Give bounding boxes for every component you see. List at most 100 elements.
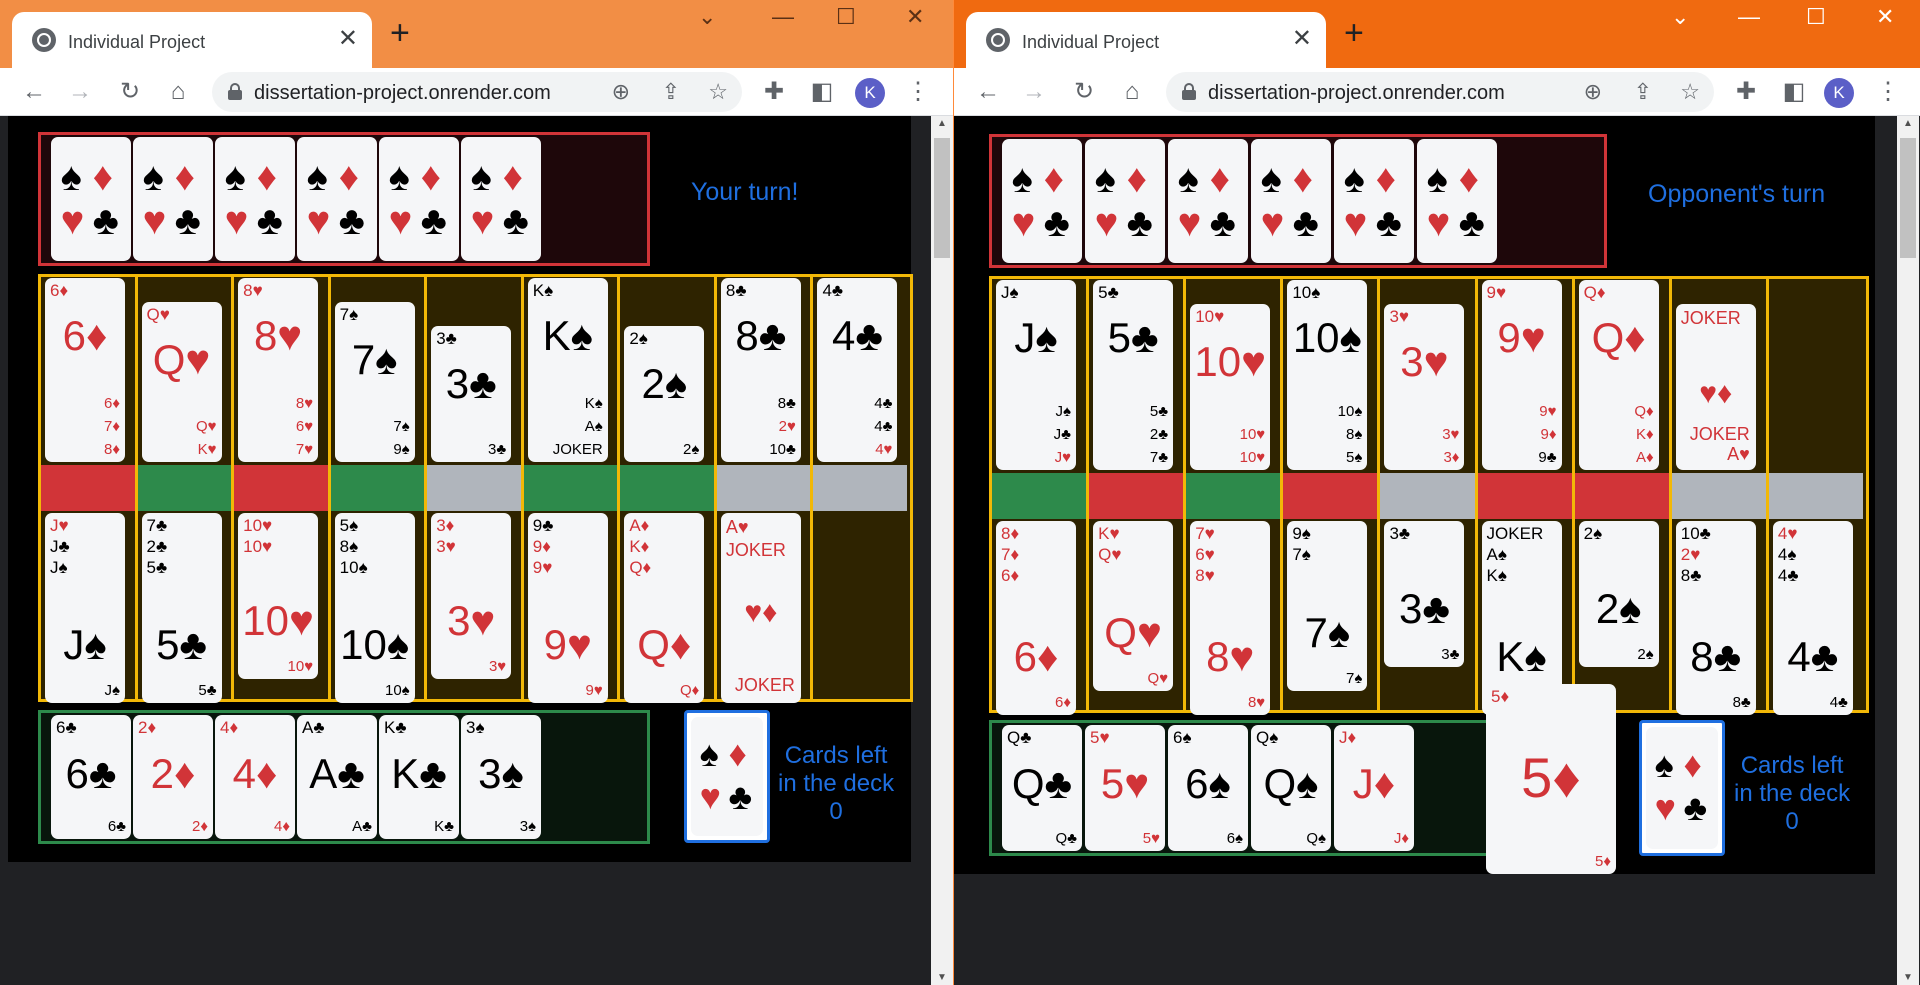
opponent-card[interactable]: ♠ ♦ ♥ ♣ — [1002, 139, 1082, 263]
playing-card[interactable]: 7♣ 2♣ 5♣ 5♣ 5♣ — [141, 513, 222, 703]
tableau-column[interactable]: 4♣ 4♣ 4♥ 4♣ 4♣ — [813, 277, 910, 699]
tableau-column[interactable]: 6♦ 6♦ 8♦ 7♦ 6♦ J♥ J♣ J♠ J♠ J♠ — [41, 277, 138, 703]
playing-card[interactable]: 5♥ 5♥ 5♥ — [1085, 725, 1165, 851]
maximize-icon[interactable]: ☐ — [836, 4, 856, 30]
scroll-down-icon[interactable]: ▼ — [931, 972, 953, 983]
tableau-column[interactable]: 3♥ 3♥ 3♦ 3♥ 3♣ 3♣ 3♣ — [1380, 279, 1478, 710]
opponent-card[interactable]: ♠ ♦ ♥ ♣ — [1251, 139, 1331, 263]
browser-tab[interactable]: Individual Project ✕ — [966, 12, 1326, 68]
opponent-card[interactable]: ♠ ♦ ♥ ♣ — [1085, 139, 1165, 263]
new-tab-icon[interactable]: + — [1344, 16, 1364, 50]
playing-card[interactable]: Q♠ Q♠ Q♠ — [1251, 725, 1331, 851]
scroll-up-icon[interactable]: ▲ — [931, 118, 953, 129]
opponent-card[interactable]: ♠ ♦ ♥ ♣ — [379, 137, 459, 261]
playing-card[interactable]: 9♠ 7♠ 7♠ 7♠ — [1287, 521, 1368, 691]
tableau-column[interactable]: Q♥ Q♥ K♥ Q♥ 7♣ 2♣ 5♣ 5♣ 5♣ — [137, 277, 235, 703]
close-window-icon[interactable]: ✕ — [906, 4, 924, 30]
share-icon[interactable]: ⇪ — [1634, 76, 1652, 108]
minimize-icon[interactable]: — — [1738, 4, 1760, 30]
side-panel-icon[interactable]: ◧ — [806, 76, 838, 108]
menu-icon[interactable]: ⋮ — [1872, 76, 1904, 108]
playing-card[interactable]: K♠ K♠ JOKER A♠ K♠ — [527, 278, 608, 462]
address-bar[interactable]: dissertation-project.onrender.com ⊕ ⇪ ☆ — [212, 72, 742, 112]
close-window-icon[interactable]: ✕ — [1876, 4, 1894, 30]
scroll-up-icon[interactable]: ▲ — [1897, 118, 1919, 129]
dragged-card[interactable]: 5♦ 5♦ 5♦ — [1486, 684, 1616, 874]
tableau-column[interactable]: 7♠ 7♠ 9♠ 7♠ 5♠ 8♠ 10♠ 10♠ 10♠ — [330, 277, 428, 703]
maximize-icon[interactable]: ☐ — [1806, 4, 1826, 30]
playing-card[interactable]: A♣ A♣ A♣ — [297, 715, 377, 839]
playing-card[interactable]: 9♥ 9♥ 9♣ 9♦ 9♥ — [1481, 280, 1562, 470]
tab-search-icon[interactable]: ⌄ — [698, 4, 716, 30]
opponent-card[interactable]: ♠ ♦ ♥ ♣ — [1334, 139, 1414, 263]
playing-card[interactable]: 10♠ 10♠ 5♠ 8♠ 10♠ — [1287, 280, 1368, 470]
playing-card[interactable]: 8♣ 8♣ 10♣ 2♥ 8♣ — [720, 278, 801, 462]
scrollbar[interactable]: ▲ ▼ — [931, 116, 953, 985]
zoom-icon[interactable]: ⊕ — [1584, 76, 1602, 108]
playing-card[interactable]: 9♣ 9♦ 9♥ 9♥ 9♥ — [527, 513, 608, 703]
scroll-thumb[interactable] — [1900, 138, 1916, 258]
playing-card[interactable]: 8♥ 8♥ 7♥ 6♥ 8♥ — [238, 278, 319, 462]
menu-icon[interactable]: ⋮ — [902, 76, 934, 108]
home-icon[interactable]: ⌂ — [162, 76, 194, 108]
opponent-card[interactable]: ♠ ♦ ♥ ♣ — [51, 137, 131, 261]
playing-card[interactable]: 10♣ 2♥ 8♣ 8♣ 8♣ — [1675, 521, 1756, 715]
tableau-column[interactable]: 4♥ 4♠ 4♣ 4♣ 4♣ — [1768, 279, 1866, 715]
playing-card[interactable]: K♥ Q♥ Q♥ Q♥ — [1093, 521, 1174, 691]
playing-card[interactable]: 2♦ 2♦ 2♦ — [133, 715, 213, 839]
home-icon[interactable]: ⌂ — [1116, 76, 1148, 108]
bookmark-star-icon[interactable]: ☆ — [708, 76, 728, 108]
back-icon[interactable]: ← — [972, 76, 1004, 108]
scroll-down-icon[interactable]: ▼ — [1897, 972, 1919, 983]
close-tab-icon[interactable]: ✕ — [338, 25, 358, 53]
deck-card-back[interactable]: ♠ ♦ ♥ ♣ — [1646, 727, 1718, 849]
playing-card[interactable]: 7♥ 6♥ 8♥ 8♥ 8♥ — [1190, 521, 1271, 715]
playing-card[interactable]: 4♦ 4♦ 4♦ — [215, 715, 295, 839]
opponent-card[interactable]: ♠ ♦ ♥ ♣ — [297, 137, 377, 261]
share-icon[interactable]: ⇪ — [662, 76, 680, 108]
tableau-column[interactable]: 8♣ 8♣ 10♣ 2♥ 8♣ A♥ JOKER ♥♦ JOKER — [716, 277, 814, 703]
back-icon[interactable]: ← — [18, 76, 50, 108]
tableau-column[interactable]: 8♥ 8♥ 7♥ 6♥ 8♥ 10♥ 10♥ 10♥ 10♥ — [234, 277, 331, 699]
playing-card[interactable]: JOKER ♥♦ JOKER A♥ — [1675, 304, 1756, 470]
opponent-card[interactable]: ♠ ♦ ♥ ♣ — [461, 137, 541, 261]
tableau-column[interactable]: 10♠ 10♠ 5♠ 8♠ 10♠ 9♠ 7♠ 7♠ 7♠ — [1283, 279, 1381, 710]
tableau-column[interactable]: 9♥9♥9♣9♦9♥JOKERA♠K♠K♠K♠ — [1477, 279, 1575, 715]
playing-card[interactable]: 3♣ 3♣ 3♣ — [1384, 521, 1465, 667]
playing-card[interactable]: 7♠ 7♠ 9♠ 7♠ — [334, 302, 415, 462]
playing-card[interactable]: Q♣ Q♣ Q♣ — [1002, 725, 1082, 851]
playing-card[interactable]: 3♣ 3♣ 3♣ — [431, 326, 512, 462]
playing-card[interactable]: 6♣ 6♣ 6♣ — [51, 715, 131, 839]
playing-card[interactable]: J♦ J♦ J♦ — [1334, 725, 1414, 851]
tableau-column[interactable]: Q♦ Q♦ A♦ K♦ Q♦ 2♠ 2♠ 2♠ — [1574, 279, 1672, 710]
minimize-icon[interactable]: — — [772, 4, 794, 30]
tableau-column[interactable]: 2♠ 2♠ 2♠ A♦ K♦ Q♦ Q♦ Q♦ — [620, 277, 717, 703]
reload-icon[interactable]: ↻ — [1068, 76, 1100, 108]
zoom-icon[interactable]: ⊕ — [612, 76, 630, 108]
playing-card[interactable]: Q♦ Q♦ A♦ K♦ Q♦ — [1578, 280, 1659, 470]
extensions-icon[interactable]: ✚ — [758, 76, 790, 108]
profile-avatar[interactable]: K — [1824, 78, 1854, 108]
tableau-column[interactable]: 10♥ 10♥ 10♥ 10♥ 7♥ 6♥ 8♥ 8♥ 8♥ — [1186, 279, 1284, 715]
profile-avatar[interactable]: K — [855, 78, 885, 108]
playing-card[interactable]: 3♠ 3♠ 3♠ — [461, 715, 541, 839]
draw-deck[interactable]: ♠ ♦ ♥ ♣ — [684, 710, 770, 843]
playing-card[interactable]: 8♦ 7♦ 6♦ 6♦ 6♦ — [996, 521, 1076, 715]
draw-deck[interactable]: ♠ ♦ ♥ ♣ — [1639, 720, 1725, 856]
playing-card[interactable]: Q♥ Q♥ K♥ Q♥ — [141, 302, 222, 462]
tab-search-icon[interactable]: ⌄ — [1671, 4, 1689, 30]
playing-card[interactable]: J♠ J♠ J♥ J♣ J♠ — [996, 280, 1076, 470]
playing-card[interactable]: 5♠ 8♠ 10♠ 10♠ 10♠ — [334, 513, 415, 703]
scroll-thumb[interactable] — [934, 138, 950, 258]
tableau-column[interactable]: K♠ K♠ JOKER A♠ K♠ 9♣ 9♦ 9♥ 9♥ 9♥ — [523, 277, 621, 703]
playing-card[interactable]: 2♠ 2♠ 2♠ — [1578, 521, 1659, 667]
new-tab-icon[interactable]: + — [390, 16, 410, 50]
playing-card[interactable]: 3♦ 3♥ 3♥ 3♥ — [431, 513, 512, 679]
close-tab-icon[interactable]: ✕ — [1292, 25, 1312, 53]
playing-card[interactable]: 10♥ 10♥ 10♥ 10♥ — [238, 513, 319, 679]
tableau-column[interactable]: 5♣ 5♣ 7♣ 2♣ 5♣ K♥ Q♥ Q♥ Q♥ — [1089, 279, 1187, 710]
playing-card[interactable]: 4♣ 4♣ 4♥ 4♣ 4♣ — [817, 278, 898, 462]
reload-icon[interactable]: ↻ — [114, 76, 146, 108]
playing-card[interactable]: 10♥ 10♥ 10♥ 10♥ — [1190, 304, 1271, 470]
side-panel-icon[interactable]: ◧ — [1778, 76, 1810, 108]
